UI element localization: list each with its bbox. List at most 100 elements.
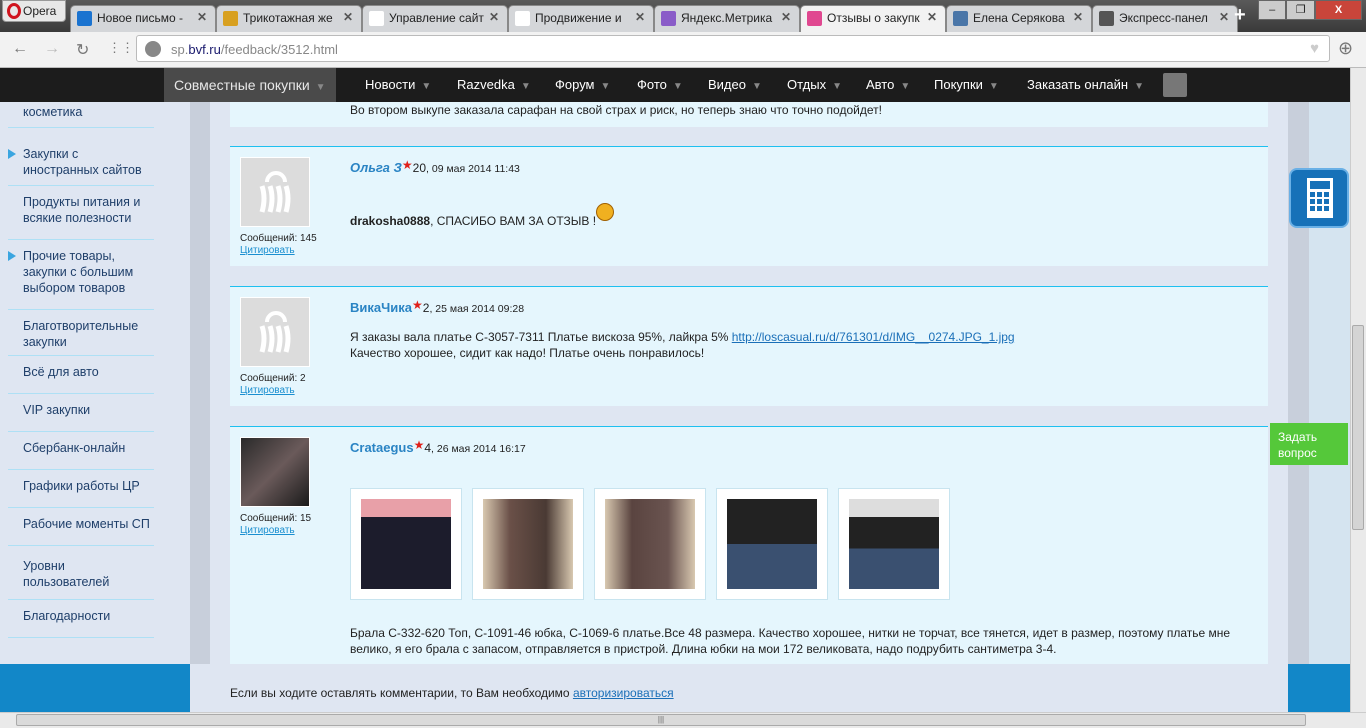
post: Сообщений: 15 Цитировать Crataegus★4, 26… <box>230 426 1268 664</box>
new-tab-button[interactable]: + <box>1234 4 1246 27</box>
browser-tab[interactable]: Управление сайт ✕ <box>362 5 508 32</box>
sidebar-item[interactable]: Рабочие моменты СП <box>8 516 154 546</box>
author-link[interactable]: Crataegus <box>350 440 414 455</box>
nav-item[interactable]: Совместные покупки ▼ <box>164 68 336 102</box>
address-bar-row: ← → ↻ ⋮⋮ sp.bvf.ru/feedback/3512.html ♥ … <box>0 32 1366 68</box>
opera-logo-icon <box>7 3 21 19</box>
tab-favicon-icon <box>661 11 676 26</box>
smiley-icon <box>596 203 615 221</box>
reload-icon[interactable]: ↻ <box>76 40 89 60</box>
photo-thumbnail[interactable] <box>350 488 462 600</box>
quote-link[interactable]: Цитировать <box>240 245 295 256</box>
image-link[interactable]: http://loscasual.ru/d/761301/d/IMG__0274… <box>732 330 1015 344</box>
chevron-down-icon: ▼ <box>751 81 762 92</box>
minimize-button[interactable]: – <box>1258 0 1287 20</box>
close-tab-icon[interactable]: ✕ <box>776 10 791 24</box>
star-icon: ★ <box>413 438 425 452</box>
user-avatar-button[interactable] <box>1163 73 1187 97</box>
photo-thumbnail[interactable] <box>838 488 950 600</box>
sidebar: косметика Закупки с иностранных сайтов Про… <box>0 102 190 664</box>
nav-item[interactable]: Покупки ▼ <box>934 68 999 102</box>
chevron-down-icon: ▼ <box>988 81 999 92</box>
arrow-right-icon <box>8 251 16 261</box>
previous-post: Во втором выкупе заказала сарафан на сво… <box>230 102 1268 127</box>
browser-tab[interactable]: Елена Серякова ✕ <box>946 5 1092 32</box>
download-icon[interactable]: ⊕ <box>1338 38 1353 59</box>
sidebar-item[interactable]: Продукты питания и всякие полезности <box>8 194 154 240</box>
nav-item[interactable]: Форум ▼ <box>555 68 610 102</box>
forward-icon[interactable]: → <box>44 40 60 58</box>
sidebar-item[interactable]: Всё для авто <box>8 364 154 394</box>
browser-tab[interactable]: Трикотажная же ✕ <box>216 5 362 32</box>
sidebar-item[interactable]: VIP закупки <box>8 402 154 432</box>
star-icon: ★ <box>411 298 423 312</box>
window-controls: – ❐ X <box>1258 0 1362 20</box>
sidebar-item[interactable]: Сбербанк-онлайн <box>8 440 154 470</box>
chevron-down-icon: ▼ <box>832 81 842 92</box>
login-link[interactable]: авторизироваться <box>573 686 674 700</box>
browser-tab[interactable]: Отзывы о закупк ✕ <box>800 5 946 32</box>
nav-item[interactable]: Новости ▼ <box>365 68 431 102</box>
nav-item[interactable]: Авто ▼ <box>866 68 910 102</box>
maximize-button[interactable]: ❐ <box>1286 0 1315 20</box>
site-info-icon[interactable] <box>145 41 161 57</box>
chevron-down-icon: ▼ <box>600 81 611 92</box>
nav-item[interactable]: Видео ▼ <box>708 68 762 102</box>
comment-notice: Если вы ходите оставлять комментарии, то… <box>230 686 674 700</box>
back-icon[interactable]: ← <box>12 40 28 58</box>
star-icon: ★ <box>401 158 413 172</box>
author-link[interactable]: Ольга З <box>350 160 402 175</box>
horizontal-scroll-thumb[interactable]: ||| <box>16 714 1306 726</box>
close-tab-icon[interactable]: ✕ <box>630 10 645 24</box>
author-link[interactable]: ВикаЧика <box>350 300 412 315</box>
footer-band-right <box>1288 664 1350 712</box>
sidebar-item[interactable]: Прочие товары, закупки с большим выбором… <box>8 248 154 310</box>
opera-menu-button[interactable]: Opera <box>2 0 66 22</box>
arrow-right-icon <box>8 149 16 159</box>
calculator-icon[interactable] <box>1289 168 1349 228</box>
photo-thumbnail[interactable] <box>472 488 584 600</box>
chevron-down-icon: ▼ <box>1134 81 1144 92</box>
sidebar-item[interactable]: косметика <box>8 104 154 128</box>
close-tab-icon[interactable]: ✕ <box>484 10 499 24</box>
nav-item[interactable]: Отдых ▼ <box>787 68 842 102</box>
url-input[interactable]: sp.bvf.ru/feedback/3512.html ♥ <box>136 35 1330 62</box>
nav-item[interactable]: Razvedka ▼ <box>457 68 531 102</box>
nav-item[interactable]: Заказать онлайн ▼ <box>1027 68 1144 102</box>
ask-question-button[interactable]: Задать вопрос <box>1270 423 1348 465</box>
close-tab-icon[interactable]: ✕ <box>1068 10 1083 24</box>
close-window-button[interactable]: X <box>1314 0 1362 20</box>
photo-thumbnail[interactable] <box>594 488 706 600</box>
browser-tab[interactable]: Экспресс-панел ✕ <box>1092 5 1238 32</box>
vertical-scroll-thumb[interactable] <box>1352 325 1364 530</box>
sidebar-shadow <box>190 102 210 664</box>
tab-favicon-icon <box>77 11 92 26</box>
sidebar-item[interactable]: Закупки с иностранных сайтов <box>8 146 154 186</box>
chevron-down-icon: ▼ <box>672 81 683 92</box>
close-tab-icon[interactable]: ✕ <box>922 10 937 24</box>
tab-favicon-icon <box>807 11 822 26</box>
photo-thumbnail[interactable] <box>716 488 828 600</box>
chevron-down-icon: ▼ <box>421 81 432 92</box>
sidebar-item[interactable]: Уровни пользователей <box>8 558 154 600</box>
quote-link[interactable]: Цитировать <box>240 525 295 536</box>
browser-tab[interactable]: Новое письмо - ✕ <box>70 5 216 32</box>
close-tab-icon[interactable]: ✕ <box>1214 10 1229 24</box>
speed-dial-icon[interactable]: ⋮⋮ <box>108 40 134 56</box>
browser-tab[interactable]: Яндекс.Метрика ✕ <box>654 5 800 32</box>
avatar <box>240 157 310 227</box>
post: Сообщений: 2 Цитировать ВикаЧика★2, 25 м… <box>230 286 1268 406</box>
close-tab-icon[interactable]: ✕ <box>192 10 207 24</box>
tab-favicon-icon <box>369 11 384 26</box>
chevron-down-icon: ▼ <box>520 81 531 92</box>
tab-favicon-icon <box>223 11 238 26</box>
avatar <box>240 297 310 367</box>
bookmark-heart-icon[interactable]: ♥ <box>1310 40 1319 57</box>
sidebar-item[interactable]: Благотворительные закупки <box>8 318 154 356</box>
nav-item[interactable]: Фото ▼ <box>637 68 683 102</box>
browser-tab[interactable]: Продвижение и ✕ <box>508 5 654 32</box>
quote-link[interactable]: Цитировать <box>240 385 295 396</box>
sidebar-item[interactable]: Благодарности <box>8 608 154 638</box>
close-tab-icon[interactable]: ✕ <box>338 10 353 24</box>
sidebar-item[interactable]: Графики работы ЦР <box>8 478 154 508</box>
